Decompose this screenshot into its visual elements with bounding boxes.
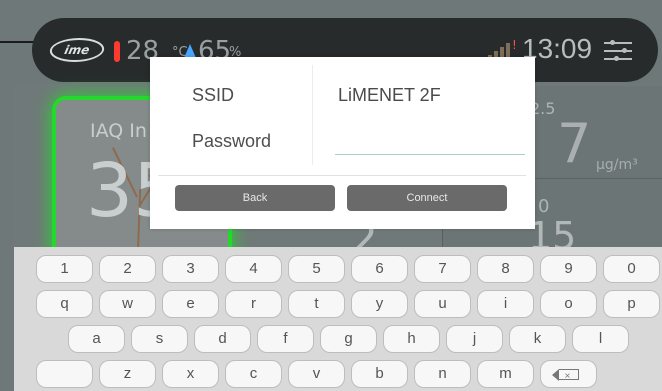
key-x[interactable]: x: [162, 360, 219, 388]
settings-sliders-icon[interactable]: [604, 40, 632, 62]
key-8[interactable]: 8: [477, 255, 534, 283]
key-0[interactable]: 0: [603, 255, 660, 283]
device-screen: ime 28 °C 65 % ! 13:09 IAQ In 35 2.5 7 μ…: [0, 0, 662, 391]
key-g[interactable]: g: [320, 325, 377, 353]
key-r[interactable]: r: [225, 290, 282, 318]
iaq-label: IAQ In: [90, 120, 147, 142]
ssid-value: LiMENET 2F: [338, 85, 441, 105]
pm-value: 7: [557, 112, 592, 175]
key-m[interactable]: m: [477, 360, 534, 388]
key-j[interactable]: j: [446, 325, 503, 353]
key-7[interactable]: 7: [414, 255, 471, 283]
key-w[interactable]: w: [99, 290, 156, 318]
key-f[interactable]: f: [257, 325, 314, 353]
humidity-icon: [184, 44, 196, 58]
key-e[interactable]: e: [162, 290, 219, 318]
password-input[interactable]: [335, 127, 525, 155]
key-9[interactable]: 9: [540, 255, 597, 283]
ssid-label: SSID: [192, 85, 235, 105]
key-q[interactable]: q: [36, 290, 93, 318]
key-a[interactable]: a: [68, 325, 125, 353]
key-y[interactable]: y: [351, 290, 408, 318]
key-k[interactable]: k: [509, 325, 566, 353]
temperature-icon: [114, 41, 120, 62]
wifi-dialog: SSID LiMENET 2F Password Back Connect: [150, 57, 535, 229]
key-n[interactable]: n: [414, 360, 471, 388]
key-3[interactable]: 3: [162, 255, 219, 283]
key-d[interactable]: d: [194, 325, 251, 353]
key-s[interactable]: s: [131, 325, 188, 353]
key-o[interactable]: o: [540, 290, 597, 318]
key-u[interactable]: u: [414, 290, 471, 318]
password-label: Password: [192, 131, 272, 151]
backspace-icon: [551, 364, 579, 389]
on-screen-keyboard: 1 2 3 4 5 6 7 8 9 0 q w e r t y u i o p …: [14, 247, 662, 391]
pm-unit: μg/m³: [596, 157, 638, 173]
key-c[interactable]: c: [225, 360, 282, 388]
key-p[interactable]: p: [603, 290, 660, 318]
key-z[interactable]: z: [99, 360, 156, 388]
key-5[interactable]: 5: [288, 255, 345, 283]
dialog-column-divider: [312, 65, 313, 165]
key-h[interactable]: h: [383, 325, 440, 353]
key-2[interactable]: 2: [99, 255, 156, 283]
connect-button[interactable]: Connect: [347, 185, 507, 211]
key-6[interactable]: 6: [351, 255, 408, 283]
back-button[interactable]: Back: [175, 185, 335, 211]
key-b[interactable]: b: [351, 360, 408, 388]
key-4[interactable]: 4: [225, 255, 282, 283]
key-l[interactable]: l: [572, 325, 629, 353]
key-1[interactable]: 1: [36, 255, 93, 283]
shift-key[interactable]: [36, 360, 93, 388]
key-t[interactable]: t: [288, 290, 345, 318]
dialog-divider: [158, 175, 526, 176]
backspace-key[interactable]: [540, 360, 597, 389]
wifi-alert-icon: !: [512, 38, 517, 52]
key-i[interactable]: i: [477, 290, 534, 318]
key-v[interactable]: v: [288, 360, 345, 388]
